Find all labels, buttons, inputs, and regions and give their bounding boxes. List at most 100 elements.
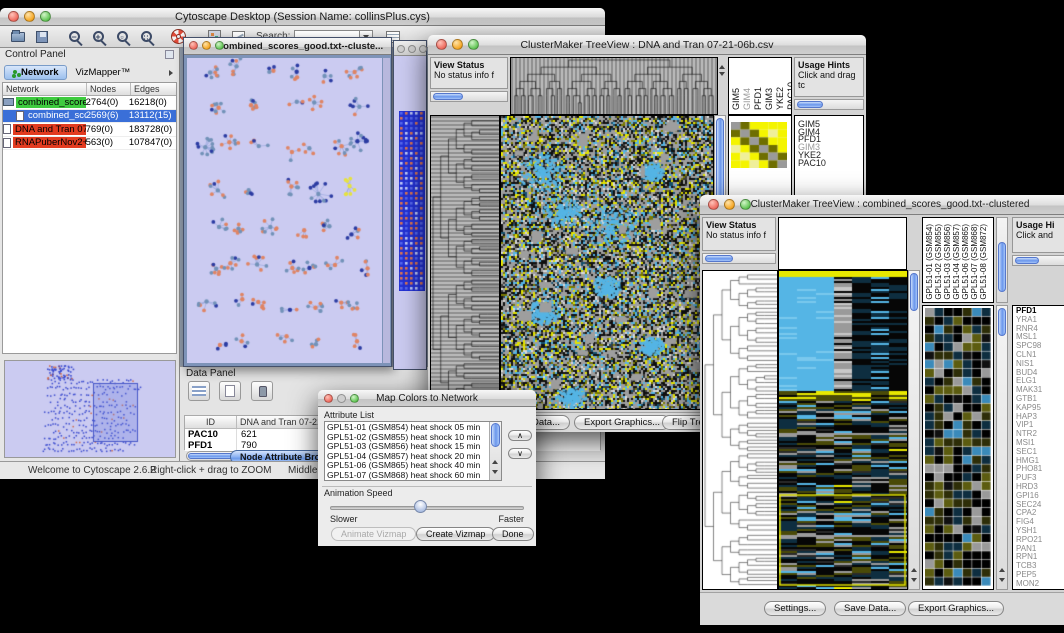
close-icon[interactable] bbox=[436, 39, 447, 50]
network-tree-row[interactable]: combined_scores2764(0)16218(0) bbox=[3, 96, 176, 110]
tv2-column-dendrogram[interactable] bbox=[778, 217, 907, 270]
save-session-icon[interactable] bbox=[30, 27, 54, 47]
tv2-hints-hscrollbar[interactable] bbox=[1012, 255, 1064, 266]
create-vizmap-button[interactable]: Create Vizmap bbox=[416, 527, 495, 541]
column-label[interactable]: GIM3 bbox=[764, 88, 774, 110]
tv2-global-heatmap[interactable] bbox=[778, 270, 908, 590]
column-label[interactable]: PFD1 bbox=[753, 87, 763, 110]
close-icon[interactable] bbox=[324, 394, 333, 403]
column-label[interactable]: GPL51-04 (GSM857) bbox=[952, 224, 961, 300]
treeview2-titlebar[interactable]: ClusterMaker TreeView : combined_scores_… bbox=[700, 195, 1064, 215]
gene-label[interactable]: MON2 bbox=[1016, 580, 1064, 589]
scroll-thumb[interactable] bbox=[998, 242, 1006, 292]
scroll-thumb[interactable] bbox=[998, 308, 1006, 336]
close-icon[interactable] bbox=[8, 11, 19, 22]
birdseye-view[interactable] bbox=[4, 360, 176, 458]
minimize-icon[interactable] bbox=[202, 41, 211, 50]
zoom-window-icon[interactable] bbox=[740, 199, 751, 210]
animate-vizmap-button[interactable]: Animate Vizmap bbox=[331, 527, 416, 541]
column-label[interactable]: PAC10 bbox=[786, 82, 792, 110]
zoom-in-icon[interactable] bbox=[86, 27, 110, 47]
treeview-button[interactable]: Export Graphics... bbox=[574, 415, 670, 430]
tv1-row-dendrogram[interactable] bbox=[430, 115, 500, 410]
column-label[interactable]: GPL51-08 (GSM872) bbox=[979, 224, 988, 300]
treeview-button[interactable]: Save Data... bbox=[834, 601, 906, 616]
scroll-thumb[interactable] bbox=[910, 273, 918, 311]
background-window-titlebar[interactable] bbox=[394, 41, 426, 56]
treeview-button[interactable]: Export Graphics... bbox=[908, 601, 1004, 616]
column-header-edges[interactable]: Edges bbox=[131, 83, 176, 95]
tv2-zoom-panel[interactable] bbox=[922, 305, 994, 590]
scroll-thumb[interactable] bbox=[705, 255, 733, 262]
scroll-thumb[interactable] bbox=[797, 101, 823, 108]
attribute-list-vscrollbar[interactable] bbox=[489, 422, 501, 480]
scroll-thumb[interactable] bbox=[433, 93, 463, 100]
move-up-button[interactable]: ∧ bbox=[508, 430, 532, 441]
network-tree-row[interactable]: RNAPuberNov2+563(0)107847(0) bbox=[3, 137, 176, 151]
close-icon[interactable] bbox=[397, 45, 405, 53]
slider-thumb[interactable] bbox=[414, 500, 427, 513]
network-vscrollbar[interactable] bbox=[383, 58, 390, 363]
animation-speed-slider[interactable] bbox=[330, 506, 524, 510]
minimize-icon[interactable] bbox=[452, 39, 463, 50]
treeview-button[interactable]: Settings... bbox=[764, 601, 826, 616]
zoom-window-icon[interactable] bbox=[40, 11, 51, 22]
table-mode-icon[interactable] bbox=[188, 381, 210, 401]
gene-label[interactable]: PAC10 bbox=[798, 160, 863, 168]
tv2-zoom-vscrollbar[interactable] bbox=[996, 305, 1008, 590]
delete-attribute-icon[interactable] bbox=[251, 381, 273, 401]
close-icon[interactable] bbox=[708, 199, 719, 210]
column-label[interactable]: YKE2 bbox=[775, 87, 785, 110]
tv1-global-heatmap[interactable] bbox=[500, 115, 714, 410]
tv1-status-hscrollbar[interactable] bbox=[430, 91, 508, 102]
tab-overflow-button[interactable] bbox=[169, 63, 173, 81]
map-dialog-titlebar[interactable]: Map Colors to Network bbox=[318, 390, 536, 407]
close-icon[interactable] bbox=[189, 41, 198, 50]
birdseye-canvas[interactable] bbox=[5, 361, 175, 457]
column-label[interactable]: GPL51-07 (GSM868) bbox=[970, 224, 979, 300]
tv1-scroll-arrows[interactable] bbox=[719, 65, 725, 76]
tab-vizmapper[interactable]: VizMapper™ bbox=[67, 65, 138, 80]
tab-network[interactable]: Network bbox=[4, 65, 67, 80]
column-label[interactable]: GPL51-02 (GSM855) bbox=[934, 224, 943, 300]
zoom-selected-icon[interactable] bbox=[110, 27, 134, 47]
tv2-labels-vscrollbar[interactable] bbox=[996, 217, 1008, 303]
column-header-nodes[interactable]: Nodes bbox=[87, 83, 131, 95]
tv1-column-dendrogram[interactable] bbox=[510, 57, 718, 115]
column-label[interactable]: GPL51-03 (GSM856) bbox=[943, 224, 952, 300]
main-titlebar[interactable]: Cytoscape Desktop (Session Name: collins… bbox=[0, 8, 605, 26]
tv2-status-hscrollbar[interactable] bbox=[702, 253, 776, 264]
network-tree-row[interactable]: combined_sco2569(6)13112(15) bbox=[3, 110, 176, 124]
tv2-row-dendrogram[interactable] bbox=[702, 270, 778, 590]
column-label[interactable]: GIM4 bbox=[742, 88, 752, 110]
open-session-icon[interactable] bbox=[6, 27, 30, 47]
column-label[interactable]: GPL51-01 (GSM854) bbox=[925, 224, 934, 300]
minimize-icon[interactable] bbox=[337, 394, 346, 403]
done-button[interactable]: Done bbox=[492, 527, 534, 541]
dense-grid-network-canvas[interactable] bbox=[399, 111, 425, 291]
move-down-button[interactable]: ∨ bbox=[508, 448, 532, 459]
zoom-window-icon[interactable] bbox=[350, 394, 359, 403]
tv2-zoom-heatmap[interactable] bbox=[925, 308, 991, 586]
minimize-icon[interactable] bbox=[724, 199, 735, 210]
scroll-thumb[interactable] bbox=[491, 423, 500, 447]
network-tree-row[interactable]: DNA and Tran 07769(0)183728(0) bbox=[3, 123, 176, 137]
tv2-heatmap-vscrollbar[interactable] bbox=[908, 270, 920, 590]
attribute-list-item[interactable]: GPL51-07 (GSM868) heat shock 60 min bbox=[325, 471, 489, 481]
column-header-network[interactable]: Network bbox=[3, 83, 87, 95]
new-attribute-icon[interactable] bbox=[219, 381, 241, 401]
zoom-fit-icon[interactable] bbox=[134, 27, 158, 47]
minimize-icon[interactable] bbox=[24, 11, 35, 22]
zoom-window-icon[interactable] bbox=[215, 41, 224, 50]
network-view-titlebar[interactable]: combined_scores_good.txt--cluste... bbox=[184, 38, 391, 55]
treeview1-titlebar[interactable]: ClusterMaker TreeView : DNA and Tran 07-… bbox=[428, 35, 866, 55]
tv1-zoom-heatmap[interactable] bbox=[731, 122, 787, 168]
background-network-window[interactable] bbox=[393, 40, 427, 370]
zoom-out-icon[interactable] bbox=[62, 27, 86, 47]
float-panel-icon[interactable] bbox=[165, 50, 174, 59]
minimize-icon[interactable] bbox=[408, 45, 416, 53]
column-label[interactable]: GIM5 bbox=[731, 88, 741, 110]
data-column-id[interactable]: ID bbox=[185, 416, 237, 428]
zoom-window-icon[interactable] bbox=[468, 39, 479, 50]
tv1-hints-hscrollbar[interactable] bbox=[794, 99, 864, 110]
